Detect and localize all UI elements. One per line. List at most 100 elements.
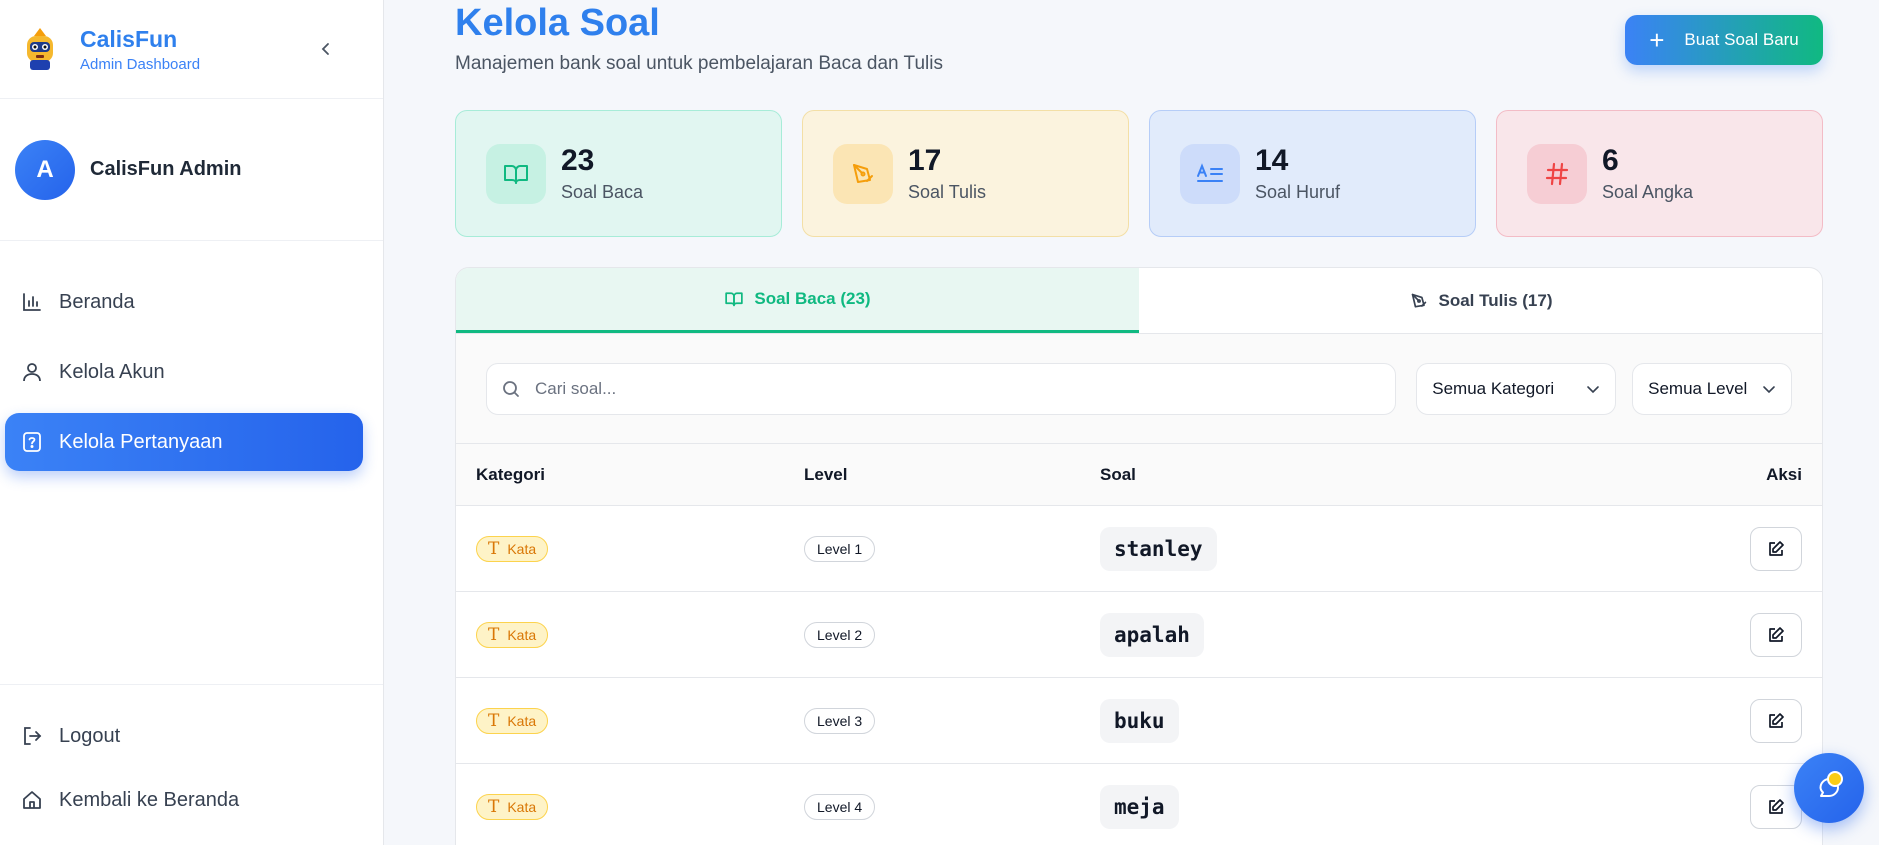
category-select-value: Semua Kategori [1432, 378, 1555, 398]
question-tabs: Soal Baca (23) Soal Tulis (17) [456, 268, 1822, 334]
category-badge: T Kata [476, 707, 549, 734]
stat-value: 14 [1255, 144, 1289, 177]
category-select[interactable]: Semua Kategori [1416, 362, 1617, 415]
stat-label: Soal Tulis [908, 182, 987, 202]
level-select-value: Semua Level [1648, 378, 1748, 398]
brand-name: CalisFun [80, 26, 178, 52]
user-profile: A CalisFun Admin [0, 99, 383, 241]
edit-icon [1769, 626, 1784, 642]
filter-bar: Semua Kategori Semua Level [456, 334, 1822, 444]
stat-label: Soal Angka [1602, 182, 1694, 202]
category-badge-label: Kata [507, 626, 537, 643]
nav-item-kelola-akun[interactable]: Kelola Akun [5, 343, 363, 401]
question-word: buku [1100, 698, 1179, 743]
text-type-icon: T [488, 710, 500, 731]
stat-label: Soal Huruf [1255, 182, 1341, 202]
column-header-soal: Soal [1100, 464, 1136, 484]
table-row: T Kata Level 3 buku [456, 678, 1822, 764]
calisfun-logo-icon [27, 28, 53, 70]
text-type-icon: T [488, 538, 500, 559]
text-type-icon: T [488, 624, 500, 645]
avatar: A [15, 139, 75, 200]
table-header: Kategori Level Soal Aksi [456, 444, 1822, 506]
question-word: stanley [1100, 526, 1217, 571]
brand-subtitle: Admin Dashboard [80, 56, 201, 73]
edit-button[interactable] [1750, 612, 1802, 657]
chat-button[interactable] [1794, 753, 1864, 823]
notification-dot [1827, 771, 1843, 787]
collapse-sidebar-button[interactable] [311, 34, 341, 64]
question-file-icon [23, 432, 41, 452]
bar-chart-icon [23, 293, 41, 311]
user-icon [23, 363, 41, 382]
tab-label: Soal Baca (23) [754, 289, 871, 308]
category-badge: T Kata [476, 793, 549, 820]
nav-label: Logout [59, 724, 121, 747]
level-badge: Level 3 [804, 707, 876, 734]
chevron-left-icon [321, 43, 329, 55]
tab-soal-tulis[interactable]: Soal Tulis (17) [1139, 268, 1822, 333]
create-question-label: Buat Soal Baru [1684, 30, 1799, 49]
search-box [486, 362, 1397, 415]
edit-icon [1769, 540, 1784, 556]
level-badge: Level 4 [804, 793, 876, 820]
edit-button[interactable] [1750, 698, 1802, 743]
sidebar-footer: Logout Kembali ke Beranda [0, 684, 383, 845]
page-title: Kelola Soal [455, 2, 660, 44]
nav-label: Kelola Pertanyaan [59, 430, 223, 453]
edit-icon [1769, 712, 1784, 728]
pen-icon [833, 143, 893, 204]
chevron-down-icon [1763, 385, 1775, 393]
pen-icon [1411, 293, 1426, 308]
stat-value: 17 [908, 144, 942, 177]
edit-icon [1769, 798, 1784, 814]
table-row: T Kata Level 2 apalah [456, 592, 1822, 678]
table-row: T Kata Level 4 meja [456, 764, 1822, 845]
stat-card-baca: 23 Soal Baca [455, 110, 782, 237]
category-badge-label: Kata [507, 712, 537, 729]
book-icon [725, 292, 744, 307]
category-badge: T Kata [476, 621, 549, 648]
question-word: meja [1100, 784, 1179, 829]
book-icon [486, 143, 546, 204]
logout-icon [24, 727, 42, 745]
tab-label: Soal Tulis (17) [1438, 290, 1553, 310]
stats-row: 23 Soal Baca 17 Soal Tulis 14 Soal Huruf [455, 110, 1823, 237]
stat-card-tulis: 17 Soal Tulis [802, 110, 1129, 237]
home-icon [23, 791, 41, 809]
stat-card-huruf: 14 Soal Huruf [1149, 110, 1476, 237]
stat-value: 23 [561, 144, 595, 177]
hash-icon [1527, 143, 1587, 204]
nav-item-beranda[interactable]: Beranda [5, 273, 363, 331]
category-badge-label: Kata [507, 540, 537, 557]
sidebar: CalisFun Admin Dashboard A CalisFun Admi… [0, 0, 384, 845]
stat-value: 6 [1602, 144, 1619, 177]
nav-item-kelola-pertanyaan[interactable]: Kelola Pertanyaan [5, 413, 363, 471]
tab-soal-baca[interactable]: Soal Baca (23) [456, 268, 1139, 333]
logout-button[interactable]: Logout [5, 707, 363, 765]
column-header-aksi: Aksi [1766, 464, 1802, 484]
level-badge: Level 1 [804, 535, 876, 562]
nav-label: Beranda [59, 290, 135, 313]
nav-label: Kembali ke Beranda [59, 788, 240, 811]
back-home-button[interactable]: Kembali ke Beranda [5, 771, 363, 829]
brand-header: CalisFun Admin Dashboard [0, 0, 383, 99]
main-nav: Beranda Kelola Akun Kelola Pertanyaan [0, 241, 383, 471]
letters-icon [1180, 143, 1240, 204]
create-question-button[interactable]: + Buat Soal Baru [1625, 15, 1823, 65]
search-icon [503, 380, 519, 397]
category-badge: T Kata [476, 535, 549, 562]
questions-panel: Soal Baca (23) Soal Tulis (17) Semua Kat… [455, 267, 1823, 845]
nav-label: Kelola Akun [59, 360, 165, 383]
level-select[interactable]: Semua Level [1632, 362, 1792, 415]
level-badge: Level 2 [804, 621, 876, 648]
stat-label: Soal Baca [561, 182, 644, 202]
category-badge-label: Kata [507, 798, 537, 815]
page-subtitle: Manajemen bank soal untuk pembelajaran B… [455, 53, 943, 74]
plus-icon: + [1649, 25, 1665, 55]
search-input[interactable] [535, 378, 1375, 399]
table-row: T Kata Level 1 stanley [456, 506, 1822, 592]
edit-button[interactable] [1750, 526, 1802, 571]
column-header-level: Level [804, 464, 848, 484]
stat-card-angka: 6 Soal Angka [1496, 110, 1823, 237]
